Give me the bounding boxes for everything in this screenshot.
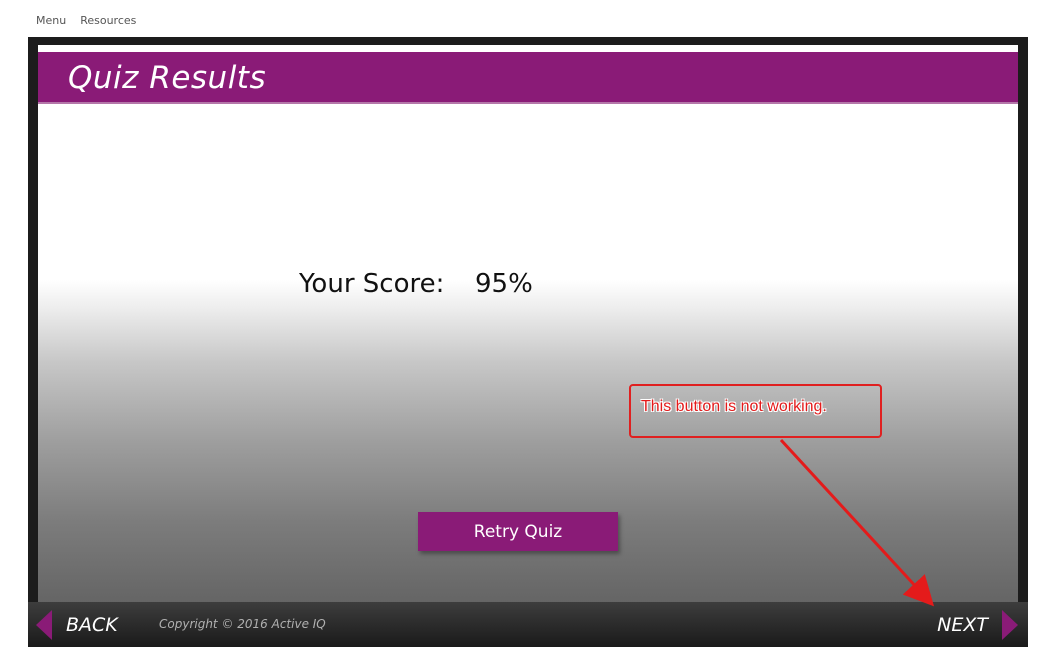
next-label: NEXT [937,614,988,636]
annotation-callout: This button is not working. [629,384,882,438]
annotation-text: This button is not working. [641,398,827,415]
back-label: BACK [66,614,118,636]
resources-link[interactable]: Resources [80,14,136,28]
score-label: Your Score: [299,269,445,299]
retry-quiz-button[interactable]: Retry Quiz [418,512,618,551]
score-row: Your Score: 95% [299,269,533,299]
triangle-left-icon [36,610,52,640]
triangle-right-icon [1002,610,1018,640]
title-bar: Quiz Results [38,52,1018,104]
back-button[interactable]: BACK [36,610,118,640]
menu-link[interactable]: Menu [36,14,66,28]
player-footer: BACK Copyright © 2016 Active IQ NEXT [28,602,1028,647]
score-value: 95% [475,269,533,299]
top-nav: Menu Resources [36,14,136,28]
player-top-strip [38,45,1018,52]
slide: Quiz Results Your Score: 95% Retry Quiz [38,52,1018,602]
page-title: Quiz Results [68,60,267,96]
course-player: Quiz Results Your Score: 95% Retry Quiz … [28,37,1028,647]
copyright-text: Copyright © 2016 Active IQ [159,617,326,631]
next-button[interactable]: NEXT [937,610,1018,640]
